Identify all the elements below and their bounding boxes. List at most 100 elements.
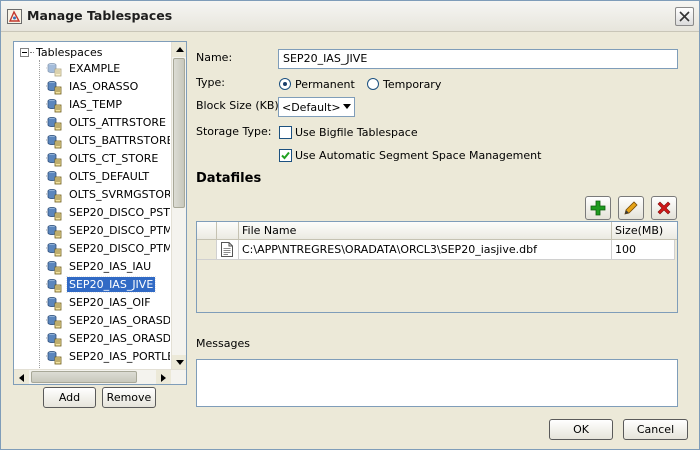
tablespace-icon [46,277,62,293]
tablespace-icon [46,295,62,311]
edit-pencil-icon [624,201,638,215]
vertical-scroll-thumb[interactable] [173,58,185,208]
storage-type-label: Storage Type: [196,125,272,138]
add-plus-icon [590,200,606,216]
scroll-right-arrow-icon[interactable] [156,370,171,384]
tree-item[interactable]: SEP20_IAS_IAU [46,258,170,275]
add-tablespace-button[interactable]: Add [43,387,96,408]
size-cell[interactable]: 100 [612,240,675,260]
name-field[interactable]: SEP20_IAS_JIVE [278,49,678,69]
tablespace-icon [46,349,62,365]
block-size-combo[interactable]: <Default> [278,97,355,117]
horizontal-scroll-thumb[interactable] [31,371,137,383]
tree-item-label: SEP20_DISCO_PTM5_CACHE [69,224,170,237]
tree-item-label: OLTS_DEFAULT [69,170,150,183]
tablespace-icon [46,115,62,131]
tablespace-icon [46,151,62,167]
tablespace-icon [46,97,62,113]
tree-item[interactable]: SEP20_IAS_ORASDPLS [46,312,170,329]
ok-button[interactable]: OK [549,419,613,440]
temporary-radio[interactable] [367,78,379,90]
file-name-column-header[interactable]: File Name [239,222,612,240]
block-size-value: <Default> [282,100,341,114]
document-file-icon [221,242,233,257]
scroll-left-arrow-icon[interactable] [14,370,29,384]
tree-item-label: IAS_TEMP [69,98,123,111]
scroll-up-arrow-icon[interactable] [172,42,186,57]
dialog-title: Manage Tablespaces [27,8,173,23]
tree-item[interactable]: OLTS_ATTRSTORE [46,114,170,131]
tree-item[interactable]: OLTS_DEFAULT [46,168,170,185]
bigfile-checkbox[interactable] [279,126,292,139]
tree-item-label: OLTS_BATTRSTORE [69,134,170,147]
tree-item[interactable]: OLTS_BATTRSTORE [46,132,170,149]
bigfile-label: Use Bigfile Tablespace [295,126,418,139]
tablespace-tree[interactable]: Tablespaces EXAMPLE IAS_ORASSO IAS_TEMP OLT… [13,41,187,385]
add-datafile-button[interactable] [585,196,611,220]
datafiles-table[interactable]: File Name Size(MB) C:\APP\NTREGRES\ORADA… [196,221,678,313]
tree-item[interactable]: SEP20_DISCO_PTM5_CACHE [46,222,170,239]
messages-label: Messages [196,337,250,350]
file-name-cell[interactable]: C:\APP\NTREGRES\ORADATA\ORCL3\SEP20_iasj… [239,240,612,260]
tree-item[interactable]: SEP20_IAS_ORASDPM [46,330,170,347]
block-size-label: Block Size (KB): [196,99,283,112]
tree-item-label: SEP20_DISCO_PSTORE [69,206,170,219]
tree-item-label: OLTS_CT_STORE [69,152,159,165]
messages-area[interactable] [196,359,678,407]
tree-item-label: SEP20_IAS_JIVE [65,276,157,293]
name-field-value: SEP20_IAS_JIVE [283,52,368,65]
tree-item[interactable]: OLTS_CT_STORE [46,150,170,167]
tree-item[interactable]: SEP20_DISCO_PTM5_META [46,240,170,257]
tablespace-icon [46,241,62,257]
remove-button-label: Remove [106,391,152,404]
title-bar: Manage Tablespaces [1,1,699,32]
tablespace-icon [46,331,62,347]
tree-item[interactable]: SEP20_IAS_OIF [46,294,170,311]
edit-datafile-button[interactable] [618,196,644,220]
icon-column-header [217,222,239,240]
assm-checkbox[interactable] [279,149,292,162]
size-column-header[interactable]: Size(MB) [612,222,677,240]
tablespace-icon [46,223,62,239]
temporary-label: Temporary [383,78,442,91]
tree-item[interactable]: SEP20_IAS_PORTLET [46,348,170,365]
row-header-cell [197,240,217,260]
tree-item[interactable]: IAS_TEMP [46,96,170,113]
remove-tablespace-button[interactable]: Remove [102,387,156,408]
permanent-radio[interactable] [279,78,291,90]
assm-label: Use Automatic Segment Space Management [295,149,542,162]
table-row[interactable]: C:\APP\NTREGRES\ORADATA\ORCL3\SEP20_iasj… [197,240,675,260]
tree-item[interactable]: OLTS_SVRMGSTORE [46,186,170,203]
tree-item-label: OLTS_ATTRSTORE [69,116,166,129]
name-label: Name: [196,51,233,64]
datafiles-heading: Datafiles [196,171,262,186]
tree-item-label: SEP20_DISCO_PTM5_META [69,242,170,255]
type-label: Type: [196,76,225,89]
tree-item-label: SEP20_IAS_ORASDPLS [69,314,170,327]
tablespace-icon [46,205,62,221]
tree-vertical-scrollbar[interactable] [171,42,186,370]
collapse-expander-icon[interactable] [20,47,29,57]
tree-item-label: SEP20_IAS_ORASDPM [69,332,170,345]
cancel-button[interactable]: Cancel [623,419,688,440]
tablespace-icon [46,259,62,275]
tree-item[interactable]: SEP20_IAS_JIVE [46,276,170,293]
row-header-corner [197,222,217,240]
tablespace-disabled-icon [46,61,62,77]
close-x-icon [679,11,690,22]
tree-item-label: OLTS_SVRMGSTORE [69,188,170,201]
delete-datafile-button[interactable] [651,196,677,220]
tree-root[interactable]: Tablespaces [20,44,102,60]
tablespace-icon [46,169,62,185]
add-button-label: Add [58,391,81,404]
scroll-down-arrow-icon[interactable] [172,355,186,370]
checkmark-icon [281,151,290,160]
tree-horizontal-scrollbar[interactable] [14,369,186,384]
tree-item[interactable]: SEP20_DISCO_PSTORE [46,204,170,221]
tree-item[interactable]: EXAMPLE [46,60,170,77]
tree-item-label: SEP20_IAS_PORTLET [69,350,170,363]
tree-item[interactable]: IAS_ORASSO [46,78,170,95]
tree-item-label: EXAMPLE [69,62,121,75]
close-button[interactable] [675,7,694,26]
tablespace-icon [46,79,62,95]
